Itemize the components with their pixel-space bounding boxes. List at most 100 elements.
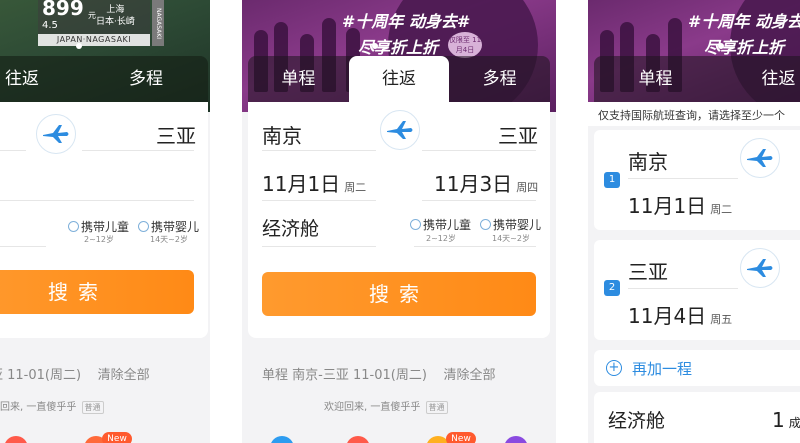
promo-price-unit: 元 bbox=[88, 11, 96, 20]
screen-left: 899 元 4.5 上海 日本·长崎 NAGASAKI JAPAN·NAGASA… bbox=[0, 0, 210, 443]
history-text: 亚 11-01(周二) bbox=[0, 368, 82, 383]
swap-cities-button[interactable] bbox=[380, 110, 420, 150]
child-option-label: 携带儿童 bbox=[423, 218, 472, 232]
infant-option[interactable]: 携带婴儿 bbox=[138, 218, 199, 235]
shortcut-icon[interactable] bbox=[346, 436, 370, 443]
shortcut-icon[interactable] bbox=[4, 436, 28, 443]
new-badge: New bbox=[446, 432, 476, 443]
tab-round-trip[interactable]: 往返 bbox=[717, 56, 800, 102]
promo-price-small: 4.5 bbox=[42, 20, 58, 31]
search-button[interactable]: 搜索 bbox=[262, 272, 536, 316]
checkbox-icon bbox=[480, 219, 491, 230]
promo-deadline-badge: 仅限至 11月4日 bbox=[448, 32, 482, 58]
cabin-class-selector[interactable]: 经济舱 bbox=[262, 214, 319, 241]
new-badge: New bbox=[102, 432, 132, 443]
welcome-text: 欢迎回来, 一直傻乎乎 bbox=[324, 402, 421, 413]
add-leg-label: 再加一程 bbox=[632, 360, 693, 378]
airplane-icon bbox=[747, 149, 773, 167]
promo-to-city: 日本·长崎 bbox=[96, 17, 135, 27]
child-option[interactable]: 携带儿童 bbox=[410, 216, 471, 233]
airplane-icon bbox=[747, 259, 773, 277]
clear-history-button[interactable]: 清除全部 bbox=[443, 368, 495, 383]
history-trip-type: 单程 bbox=[262, 368, 289, 383]
welcome-message: 迎回来, 一直傻乎乎 普通 bbox=[0, 398, 104, 414]
departure-city[interactable]: 南京 bbox=[262, 120, 302, 149]
child-option[interactable]: 携带儿童 bbox=[68, 218, 129, 235]
divider bbox=[422, 200, 536, 201]
divider bbox=[262, 246, 376, 247]
search-button[interactable]: 搜索 bbox=[0, 270, 194, 314]
tab-one-way[interactable]: 单程 bbox=[248, 56, 349, 102]
tab-one-way[interactable]: 单程 bbox=[594, 56, 717, 102]
tab-multi-city[interactable]: 多程 bbox=[449, 56, 550, 102]
depart-weekday: 周二 bbox=[344, 181, 367, 194]
bottom-shortcut-bar: New bbox=[0, 430, 210, 443]
depart-date-text: 11月1日 bbox=[262, 172, 341, 196]
promo-from-city: 上海 bbox=[106, 5, 125, 15]
leg-city[interactable]: 三亚 bbox=[628, 256, 668, 285]
tab-multi-city[interactable]: 多程 bbox=[84, 56, 208, 102]
infant-age-hint: 14天~2岁 bbox=[492, 234, 530, 243]
carousel-dot[interactable] bbox=[372, 43, 378, 49]
leg-date[interactable]: 11月1日 周二 bbox=[628, 190, 732, 219]
child-age-hint: 2~12岁 bbox=[84, 235, 114, 244]
arrival-city[interactable]: 三亚 bbox=[156, 120, 196, 149]
carousel-dot[interactable] bbox=[76, 43, 82, 49]
return-date-text: 11月3日 bbox=[434, 172, 513, 196]
international-notice: 仅支持国际航班查询，请选择至少一个 bbox=[598, 109, 785, 122]
banner-slogan-1: #十周年 动身去 bbox=[688, 12, 800, 31]
return-weekday: 周四 bbox=[516, 181, 539, 194]
arrival-city[interactable]: 三亚 bbox=[498, 120, 538, 149]
cabin-passenger-card: 经济舱 1成人 bbox=[594, 392, 800, 443]
clear-history-button[interactable]: 清除全部 bbox=[98, 368, 150, 383]
promo-price: 899 bbox=[42, 0, 84, 20]
leg-date[interactable]: 11月4日 周五 bbox=[628, 300, 732, 329]
leg-weekday: 周五 bbox=[710, 313, 733, 326]
leg-number-badge: 1 bbox=[604, 172, 620, 188]
divider bbox=[0, 150, 26, 151]
infant-option-label: 携带婴儿 bbox=[151, 220, 200, 234]
return-date[interactable]: 11月3日 周四 bbox=[434, 168, 538, 197]
divider bbox=[82, 150, 194, 151]
banner-slogan-1: #十周年 动身去# bbox=[342, 12, 471, 31]
trip-type-tabs: 单程 往返 bbox=[594, 56, 800, 102]
tab-round-trip[interactable]: 往返 bbox=[348, 56, 450, 102]
child-option-label: 携带儿童 bbox=[81, 220, 130, 234]
member-level-tag: 普通 bbox=[81, 401, 104, 414]
divider bbox=[0, 246, 46, 247]
add-leg-button[interactable]: + 再加一程 bbox=[594, 350, 800, 386]
swap-cities-button[interactable] bbox=[740, 138, 780, 178]
promo-vertical-text: NAGASAKI bbox=[152, 0, 164, 46]
leg-date-text: 11月4日 bbox=[628, 304, 707, 328]
airplane-icon bbox=[387, 121, 413, 139]
history-text: 南京-三亚 11-01(周二) bbox=[292, 368, 427, 383]
carousel-dot[interactable] bbox=[718, 43, 724, 49]
divider bbox=[628, 288, 738, 289]
tab-round-trip[interactable]: 往返 bbox=[0, 56, 84, 102]
leg-weekday: 周二 bbox=[710, 203, 733, 216]
infant-option[interactable]: 携带婴儿 bbox=[480, 216, 541, 233]
swap-cities-button[interactable] bbox=[740, 248, 780, 288]
plus-icon: + bbox=[606, 360, 622, 376]
search-history-item[interactable]: 亚 11-01(周二) 清除全部 bbox=[0, 364, 150, 383]
cabin-class-selector[interactable]: 经济舱 bbox=[608, 406, 665, 433]
welcome-message: 欢迎回来, 一直傻乎乎 普通 bbox=[324, 398, 448, 414]
search-history-item[interactable]: 单程 南京-三亚 11-01(周二) 清除全部 bbox=[262, 364, 495, 383]
depart-date[interactable]: 11月1日 周二 bbox=[262, 168, 366, 197]
banner-slogan-2: 尽享折上折 bbox=[704, 38, 785, 57]
swap-cities-button[interactable] bbox=[36, 114, 76, 154]
shortcut-icon[interactable] bbox=[504, 436, 528, 443]
shortcut-icon[interactable] bbox=[270, 436, 294, 443]
checkbox-icon bbox=[138, 221, 149, 232]
divider bbox=[628, 178, 738, 179]
screen-right: #十周年 动身去 尽享折上折 单程 往返 仅支持国际航班查询，请选择至少一个 南… bbox=[588, 0, 800, 443]
passenger-count: 1 bbox=[772, 408, 785, 432]
leg-city[interactable]: 南京 bbox=[628, 146, 668, 175]
checkbox-icon bbox=[410, 219, 421, 230]
divider bbox=[262, 150, 376, 151]
welcome-text: 迎回来, 一直傻乎乎 bbox=[0, 402, 77, 413]
passenger-selector[interactable]: 1成人 bbox=[772, 408, 800, 432]
leg-number-badge: 2 bbox=[604, 280, 620, 296]
divider bbox=[262, 200, 376, 201]
divider bbox=[422, 150, 536, 151]
